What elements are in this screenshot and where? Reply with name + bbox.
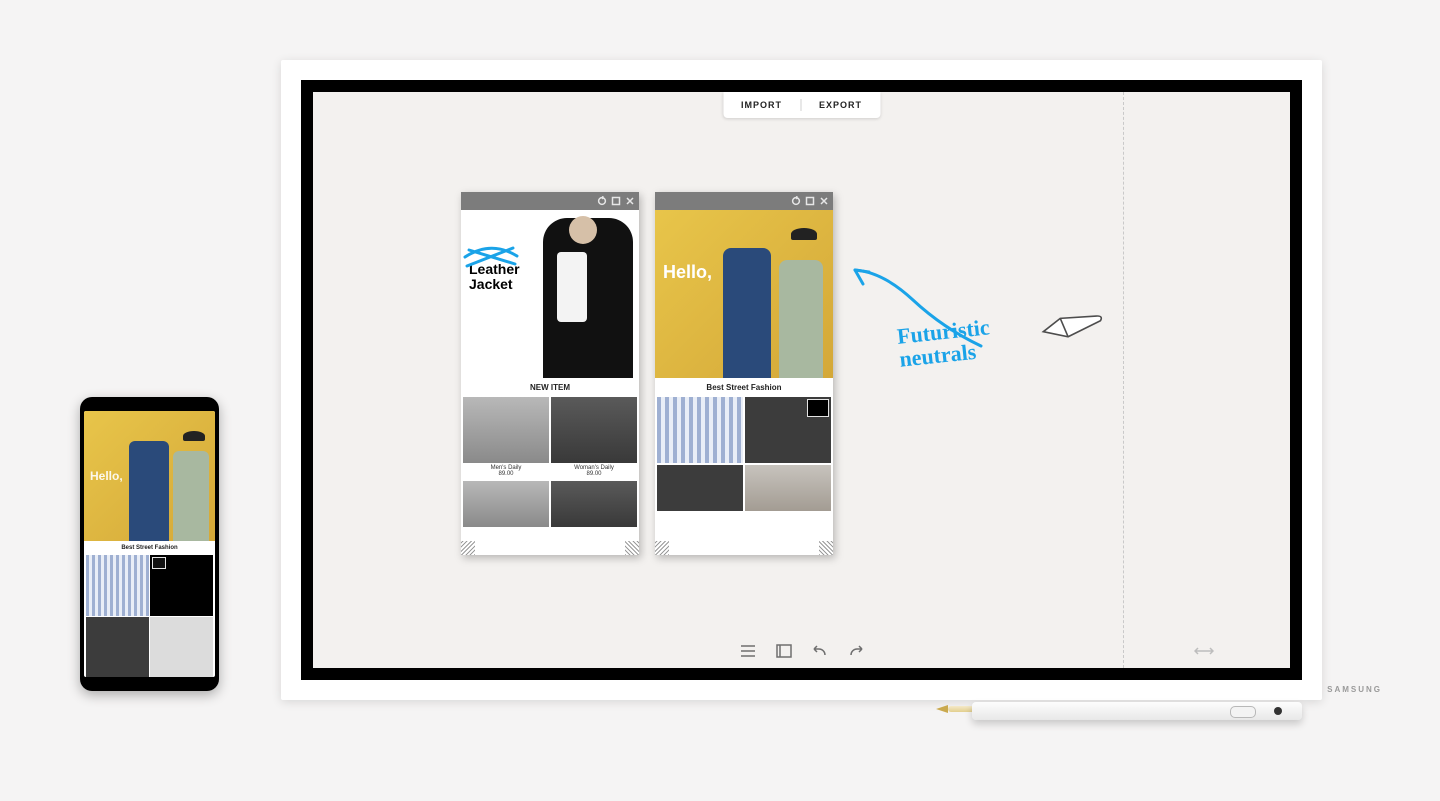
window-titlebar: [655, 192, 833, 210]
grid-item: Men's Daily 89.00: [463, 397, 549, 463]
phone-hero-photo: [129, 431, 209, 541]
card2-grid: [655, 397, 833, 511]
grid-item: [745, 397, 831, 463]
import-tab[interactable]: IMPORT: [723, 100, 800, 110]
phone-grid-item: [150, 617, 213, 678]
rotate-icon[interactable]: [597, 196, 607, 206]
resize-handle-icon[interactable]: [655, 541, 669, 555]
resize-handle-icon[interactable]: [625, 541, 639, 555]
maximize-icon[interactable]: [805, 196, 815, 206]
grid-item: [657, 465, 743, 511]
rotate-icon[interactable]: [791, 196, 801, 206]
card2-hero: Hello,: [655, 210, 833, 378]
pen-cursor-icon: [1035, 287, 1109, 361]
pen-tray: [972, 702, 1302, 720]
smartphone-device: Hello, Best Street Fashion: [80, 397, 219, 691]
display-bezel: IMPORT EXPORT Leather Jacket: [301, 80, 1302, 680]
close-icon[interactable]: [819, 196, 829, 206]
grid-item: [745, 465, 831, 511]
card1-hero-photo: [543, 218, 633, 378]
grid-caption: Men's Daily 89.00: [463, 465, 549, 477]
grid-item: [463, 481, 549, 527]
annotation-text: Futuristic neutrals: [896, 315, 993, 371]
bottom-toolbar: [739, 642, 865, 660]
window-titlebar: [461, 192, 639, 210]
grid-caption: Woman's Daily 89.00: [551, 465, 637, 477]
card1-hero: Leather Jacket: [461, 210, 639, 378]
card1-grid: Men's Daily 89.00 Woman's Daily 89.00: [461, 397, 639, 527]
top-tab-bar: IMPORT EXPORT: [723, 92, 880, 118]
resize-handle-icon[interactable]: [819, 541, 833, 555]
phone-grid-item: [86, 555, 149, 616]
undo-icon[interactable]: [811, 642, 829, 660]
export-tab[interactable]: EXPORT: [801, 100, 880, 110]
redo-icon[interactable]: [847, 642, 865, 660]
card2-hero-title: Hello,: [663, 262, 712, 283]
page-scroll-icon[interactable]: [1194, 644, 1214, 658]
grid-item: Woman's Daily 89.00: [551, 397, 637, 463]
embedded-window-2[interactable]: Hello, Best Street Fashion: [655, 192, 833, 555]
embedded-window-1[interactable]: Leather Jacket NEW ITEM Men's Daily 89.0…: [461, 192, 639, 555]
card1-hero-line1: Leather: [469, 262, 520, 277]
close-icon[interactable]: [625, 196, 635, 206]
phone-section-title: Best Street Fashion: [84, 541, 215, 555]
grid-item: [551, 481, 637, 527]
card1-hero-title: Leather Jacket: [469, 262, 520, 291]
grid-item: [657, 397, 743, 463]
phone-grid-item: [86, 617, 149, 678]
brand-label: SAMSUNG: [1327, 685, 1382, 694]
smartphone-screen: Hello, Best Street Fashion: [84, 411, 215, 677]
roll-icon[interactable]: [775, 642, 793, 660]
card2-hero-photo: [717, 228, 827, 378]
maximize-icon[interactable]: [611, 196, 621, 206]
page-divider: [1123, 92, 1124, 668]
resize-handle-icon[interactable]: [461, 541, 475, 555]
phone-hero: Hello,: [84, 411, 215, 541]
flip-display: IMPORT EXPORT Leather Jacket: [281, 60, 1322, 700]
phone-product-grid: [84, 555, 215, 677]
card1-section-title: NEW ITEM: [461, 378, 639, 397]
product-visual: Hello, Best Street Fashion IMPORT: [0, 0, 1440, 801]
phone-hero-title: Hello,: [90, 469, 123, 483]
card1-hero-line2: Jacket: [469, 277, 520, 292]
menu-icon[interactable]: [739, 642, 757, 660]
card2-section-title: Best Street Fashion: [655, 378, 833, 397]
phone-grid-item: [150, 555, 213, 616]
whiteboard-canvas[interactable]: IMPORT EXPORT Leather Jacket: [313, 92, 1290, 668]
